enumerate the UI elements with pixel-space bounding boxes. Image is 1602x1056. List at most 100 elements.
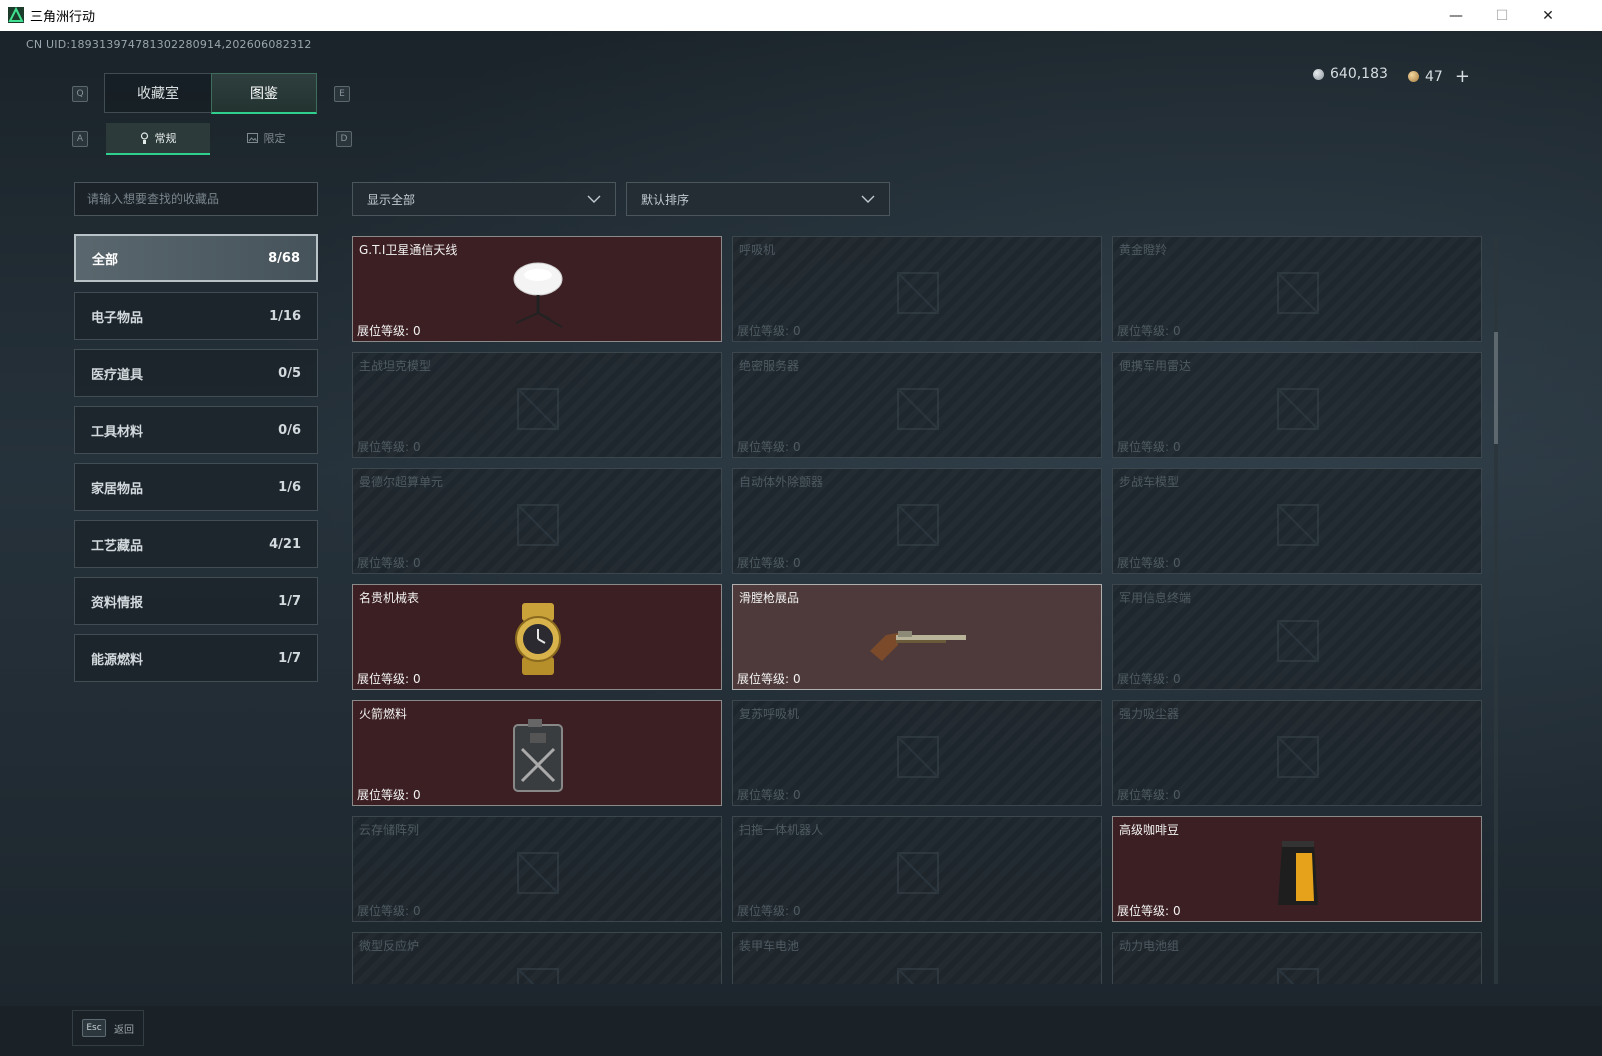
battery-pack-icon bbox=[1248, 947, 1348, 984]
close-button[interactable]: ✕ bbox=[1525, 0, 1571, 31]
item-level: 展位等级: 0 bbox=[357, 902, 421, 919]
item-level-label: 展位等级: bbox=[357, 556, 410, 570]
category-intel[interactable]: 资料情报 1/7 bbox=[74, 577, 318, 625]
scrollbar-thumb[interactable] bbox=[1494, 332, 1498, 444]
category-count: 0/5 bbox=[278, 365, 301, 381]
collection-item-card[interactable]: 滑膛枪展品 展位等级: 0 bbox=[732, 584, 1102, 690]
category-tools[interactable]: 工具材料 0/6 bbox=[74, 406, 318, 454]
item-name: 复苏呼吸机 bbox=[739, 707, 800, 721]
item-level-label: 展位等级: bbox=[737, 904, 790, 918]
grid-scrollbar[interactable] bbox=[1494, 236, 1498, 984]
item-name: 名贵机械表 bbox=[359, 591, 420, 605]
defibrillator-icon bbox=[868, 483, 968, 563]
item-level-value: 0 bbox=[793, 556, 801, 570]
key-hint-q: Q bbox=[72, 86, 88, 102]
category-medical[interactable]: 医疗道具 0/5 bbox=[74, 349, 318, 397]
display-filter-dropdown[interactable]: 显示全部 bbox=[352, 182, 616, 216]
category-household[interactable]: 家居物品 1/6 bbox=[74, 463, 318, 511]
category-all[interactable]: 全部 8/68 bbox=[74, 234, 318, 282]
collection-item-card[interactable]: 名贵机械表 展位等级: 0 bbox=[352, 584, 722, 690]
minimize-button[interactable]: — bbox=[1433, 0, 1479, 31]
collection-item-card[interactable]: 装甲车电池 bbox=[732, 932, 1102, 984]
category-crafts[interactable]: 工艺藏品 4/21 bbox=[74, 520, 318, 568]
subtab-regular[interactable]: 常规 bbox=[106, 123, 210, 155]
item-name: 便携军用雷达 bbox=[1119, 359, 1192, 373]
collection-item-card[interactable]: 步战车模型展位等级: 0 bbox=[1112, 468, 1482, 574]
item-level-label: 展位等级: bbox=[1117, 672, 1170, 686]
image-frame-icon bbox=[246, 133, 258, 143]
tab-encyclopedia[interactable]: 图鉴 bbox=[211, 73, 317, 114]
gold-amount: 47 bbox=[1425, 68, 1443, 85]
collection-item-card[interactable]: 黄金瞪羚 展位等级: 0 bbox=[1112, 236, 1482, 342]
chevron-down-icon bbox=[861, 195, 875, 203]
item-name: G.T.I卫星通信天线 bbox=[359, 243, 458, 257]
subtab-limited[interactable]: 限定 bbox=[214, 123, 318, 153]
collection-item-card[interactable]: 便携军用雷达 展位等级: 0 bbox=[1112, 352, 1482, 458]
category-electronics[interactable]: 电子物品 1/16 bbox=[74, 292, 318, 340]
musket-icon bbox=[868, 599, 968, 679]
terminal-icon bbox=[1248, 599, 1348, 679]
collection-item-card[interactable]: 微型反应炉 bbox=[352, 932, 722, 984]
collection-item-card[interactable]: G.T.I卫星通信天线 展位等级: 0 bbox=[352, 236, 722, 342]
collection-item-card[interactable]: 军用信息终端 展位等级: 0 bbox=[1112, 584, 1482, 690]
item-name: 军用信息终端 bbox=[1119, 591, 1192, 605]
item-name: 绝密服务器 bbox=[739, 359, 800, 373]
collection-item-card[interactable]: 云存储阵列 展位等级: 0 bbox=[352, 816, 722, 922]
collection-item-card[interactable]: 呼吸机 展位等级: 0 bbox=[732, 236, 1102, 342]
add-currency-button[interactable]: + bbox=[1455, 66, 1470, 87]
item-level-value: 0 bbox=[1173, 788, 1181, 802]
gold-coin-icon bbox=[1408, 71, 1419, 82]
golden-gazelle-icon bbox=[1248, 251, 1348, 331]
user-uid: CN UID:189313974781302280914,20260608231… bbox=[26, 38, 312, 51]
sort-dropdown[interactable]: 默认排序 bbox=[626, 182, 890, 216]
esc-key-hint: Esc bbox=[82, 1019, 106, 1037]
robot-vacuum-icon bbox=[868, 831, 968, 911]
coin-balance: 640,183 bbox=[1313, 66, 1388, 82]
item-level-value: 0 bbox=[413, 672, 421, 686]
satellite-antenna-icon bbox=[488, 251, 588, 331]
collection-item-card[interactable]: 曼德尔超算单元 展位等级: 0 bbox=[352, 468, 722, 574]
item-level: 展位等级: 0 bbox=[737, 786, 801, 803]
item-name: 步战车模型 bbox=[1119, 475, 1180, 489]
item-level-value: 0 bbox=[1173, 672, 1181, 686]
collection-item-card[interactable]: 绝密服务器 展位等级: 0 bbox=[732, 352, 1102, 458]
collection-item-card[interactable]: 主战坦克模型 展位等级: 0 bbox=[352, 352, 722, 458]
collection-item-card[interactable]: 自动体外除颤器 展位等级: 0 bbox=[732, 468, 1102, 574]
item-level: 展位等级: 0 bbox=[1117, 786, 1181, 803]
collection-item-card[interactable]: 动力电池组 bbox=[1112, 932, 1482, 984]
item-name: 扫拖一体机器人 bbox=[739, 823, 824, 837]
ventilator-icon bbox=[868, 251, 968, 331]
item-level-value: 0 bbox=[413, 324, 421, 338]
category-count: 1/16 bbox=[269, 308, 301, 324]
collection-item-card[interactable]: 复苏呼吸机展位等级: 0 bbox=[732, 700, 1102, 806]
item-level-value: 0 bbox=[413, 556, 421, 570]
item-level-label: 展位等级: bbox=[357, 324, 410, 338]
category-count: 0/6 bbox=[278, 422, 301, 438]
item-name: 火箭燃料 bbox=[359, 707, 408, 721]
tab-collection-room[interactable]: 收藏室 bbox=[104, 73, 212, 113]
collection-item-card[interactable]: 扫拖一体机器人 展位等级: 0 bbox=[732, 816, 1102, 922]
item-level-value: 0 bbox=[413, 440, 421, 454]
category-energy[interactable]: 能源燃料 1/7 bbox=[74, 634, 318, 682]
maximize-button[interactable]: ☐ bbox=[1479, 0, 1525, 31]
server-icon bbox=[868, 367, 968, 447]
item-level-label: 展位等级: bbox=[1117, 440, 1170, 454]
item-level-label: 展位等级: bbox=[737, 324, 790, 338]
item-level-value: 0 bbox=[793, 788, 801, 802]
item-level: 展位等级: 0 bbox=[1117, 554, 1181, 571]
item-name: 自动体外除颤器 bbox=[739, 475, 824, 489]
item-level-label: 展位等级: bbox=[737, 556, 790, 570]
collection-item-card[interactable]: 高级咖啡豆 展位等级: 0 bbox=[1112, 816, 1482, 922]
item-level-label: 展位等级: bbox=[737, 788, 790, 802]
category-count: 8/68 bbox=[268, 250, 300, 266]
item-name: 黄金瞪羚 bbox=[1119, 243, 1168, 257]
category-label: 医疗道具 bbox=[91, 367, 144, 383]
item-level-label: 展位等级: bbox=[1117, 324, 1170, 338]
item-name: 高级咖啡豆 bbox=[1119, 823, 1180, 837]
collection-item-card[interactable]: 强力吸尘器 展位等级: 0 bbox=[1112, 700, 1482, 806]
item-level-label: 展位等级: bbox=[1117, 788, 1170, 802]
item-level-value: 0 bbox=[793, 440, 801, 454]
search-input[interactable] bbox=[74, 182, 318, 216]
collection-item-card[interactable]: 火箭燃料 展位等级: 0 bbox=[352, 700, 722, 806]
key-hint-e: E bbox=[334, 86, 350, 102]
